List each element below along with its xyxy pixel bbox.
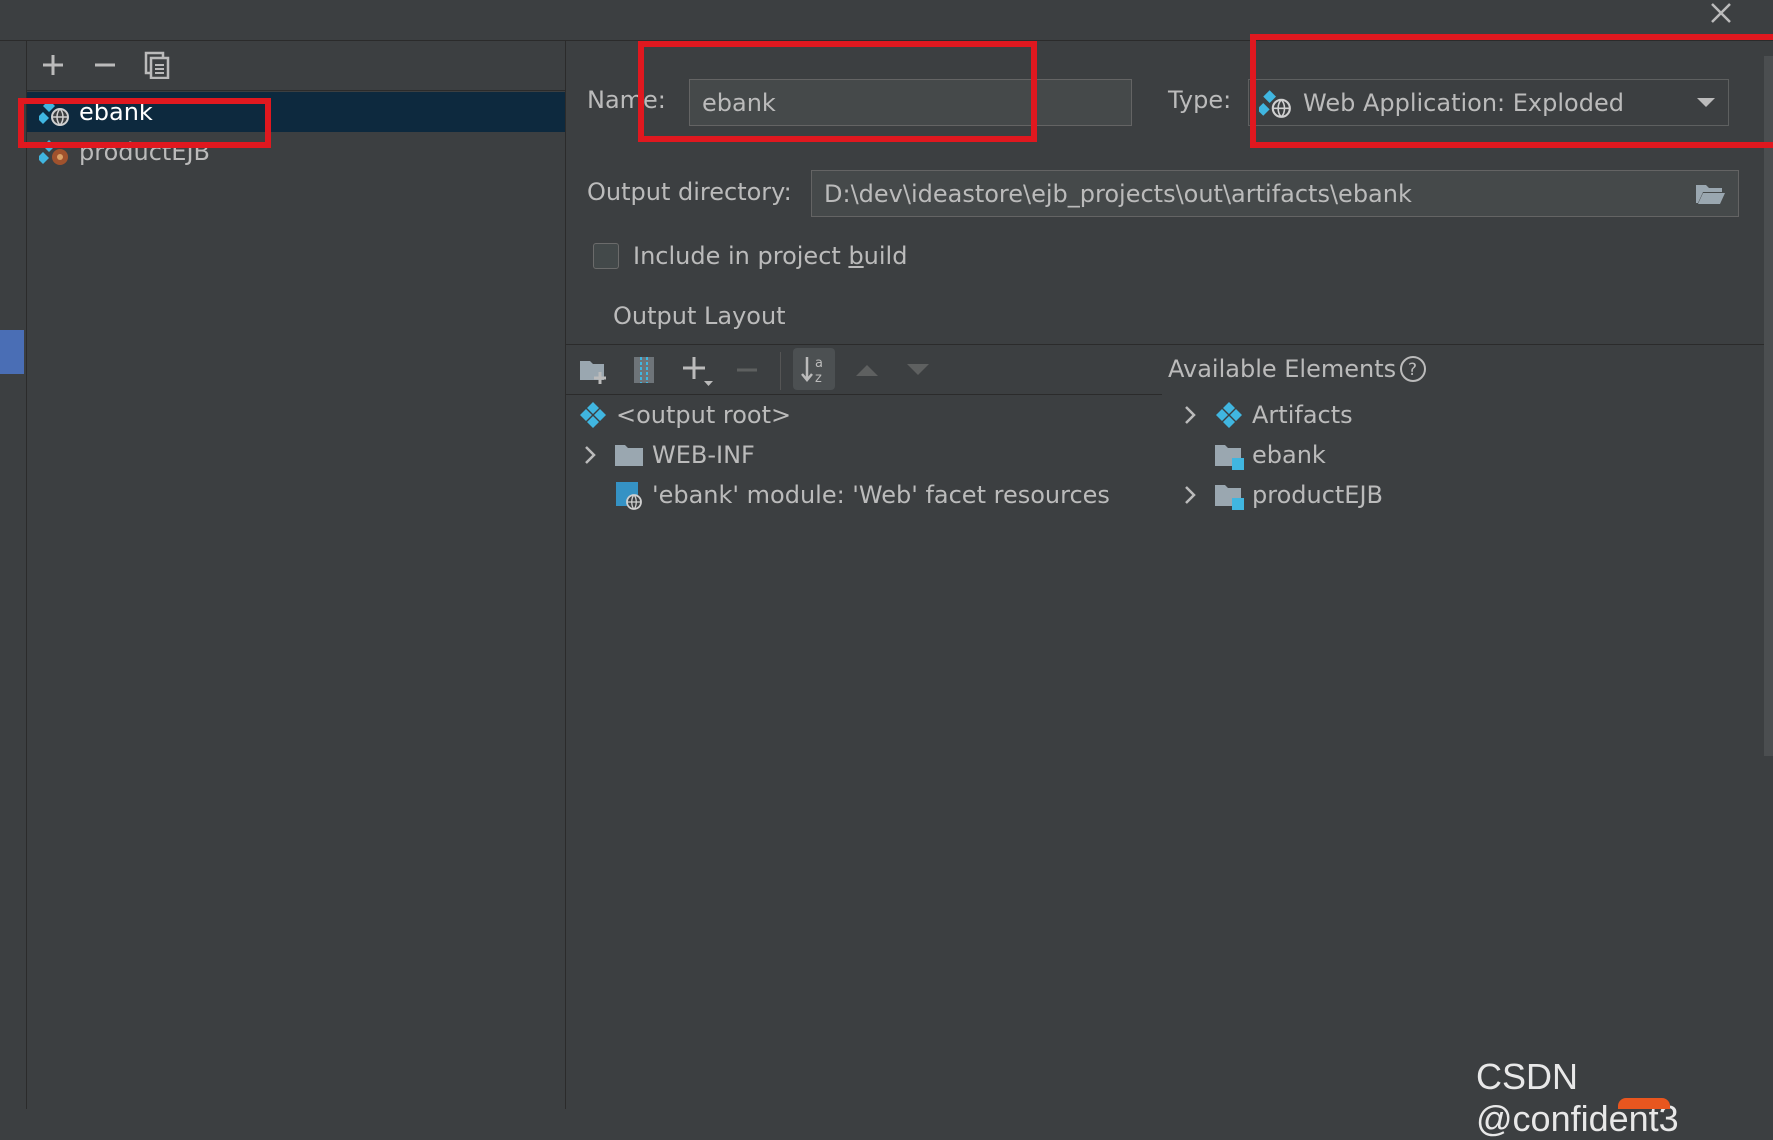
include-in-build-label-mnemonic: b [848, 242, 864, 270]
plus-dropdown-icon [683, 357, 713, 386]
highlight-box-artifact [18, 98, 271, 148]
svg-text:a: a [815, 356, 823, 371]
left-category-strip [0, 41, 27, 1109]
svg-text:z: z [815, 371, 822, 385]
module-folder-icon [1215, 445, 1244, 470]
minus-icon [737, 368, 757, 372]
tree-item-web-inf[interactable]: WEB-INF [578, 436, 755, 474]
output-root-icon [580, 402, 606, 428]
artifact-list-panel [27, 41, 566, 1109]
copy-artifact-button[interactable] [140, 48, 174, 82]
available-item-ebank[interactable]: ebank [1214, 436, 1326, 474]
chevron-right-icon[interactable] [578, 443, 602, 467]
tree-item-web-facet-resources[interactable]: 'ebank' module: 'Web' facet resources [614, 476, 1110, 514]
artifacts-icon [1216, 402, 1242, 428]
tree-item-label: Artifacts [1252, 401, 1353, 429]
create-archive-button[interactable] [623, 349, 665, 391]
chevron-right-icon[interactable] [1178, 483, 1202, 507]
web-facet-icon [616, 482, 642, 510]
highlight-box-name [638, 41, 1037, 142]
left-strip-selection-marker [0, 330, 24, 374]
archive-icon [634, 357, 654, 383]
tree-item-output-root[interactable]: <output root> [578, 396, 791, 434]
tab-output-layout[interactable]: Output Layout [613, 302, 786, 330]
sort-elements-toggle[interactable]: a z [793, 348, 835, 390]
tree-item-label: ebank [1252, 441, 1326, 469]
tree-item-label: 'ebank' module: 'Web' facet resources [652, 481, 1110, 509]
triangle-up-icon [856, 365, 878, 376]
list-toolbar-divider [27, 90, 565, 91]
svg-text:?: ? [1408, 360, 1417, 380]
available-item-artifacts[interactable]: Artifacts [1178, 396, 1353, 434]
tree-item-label: <output root> [616, 401, 792, 429]
copy-icon [144, 51, 170, 79]
folder-open-icon[interactable] [1694, 181, 1726, 207]
toolbar-separator [780, 352, 781, 390]
output-layout-divider [566, 344, 1773, 345]
include-in-build-checkbox[interactable] [593, 243, 619, 269]
plus-icon [43, 55, 63, 75]
output-directory-value: D:\dev\ideastore\ejb_projects\out\artifa… [824, 179, 1412, 208]
include-in-build-label-post: uild [863, 242, 908, 270]
add-artifact-button[interactable] [36, 48, 70, 82]
output-directory-field[interactable]: D:\dev\ideastore\ejb_projects\out\artifa… [811, 170, 1739, 217]
highlight-box-type [1250, 34, 1773, 148]
type-label: Type: [1168, 86, 1232, 114]
include-in-build-label[interactable]: Include in project build [633, 242, 907, 270]
decorative-orange-mark [1618, 1098, 1670, 1109]
triangle-down-icon [907, 364, 929, 375]
folder-icon [615, 445, 643, 466]
available-item-productejb[interactable]: productEJB [1178, 476, 1383, 514]
available-elements-header: Available Elements ? [1168, 354, 1428, 384]
output-directory-label: Output directory: [587, 178, 792, 206]
panel-split [1162, 349, 1163, 1109]
new-folder-icon [580, 361, 606, 384]
move-up-button[interactable] [846, 349, 888, 391]
scrollbar[interactable] [1764, 56, 1773, 756]
move-down-button[interactable] [897, 349, 939, 391]
remove-element-button[interactable] [726, 349, 768, 391]
module-folder-icon [1215, 485, 1244, 510]
chevron-right-icon[interactable] [1178, 403, 1202, 427]
help-icon[interactable]: ? [1398, 354, 1428, 384]
layout-toolbar-divider [566, 394, 1162, 395]
tree-item-label: productEJB [1252, 481, 1384, 509]
minus-icon [95, 63, 115, 67]
available-elements-title: Available Elements [1168, 355, 1397, 383]
add-copy-of-button[interactable] [676, 349, 718, 391]
close-icon[interactable] [1705, 0, 1735, 30]
include-in-build-label-pre: Include in project [633, 242, 849, 270]
remove-artifact-button[interactable] [88, 48, 122, 82]
sort-alpha-icon: a z [801, 356, 823, 385]
create-directory-button[interactable] [573, 349, 615, 391]
tree-item-label: WEB-INF [652, 441, 755, 469]
